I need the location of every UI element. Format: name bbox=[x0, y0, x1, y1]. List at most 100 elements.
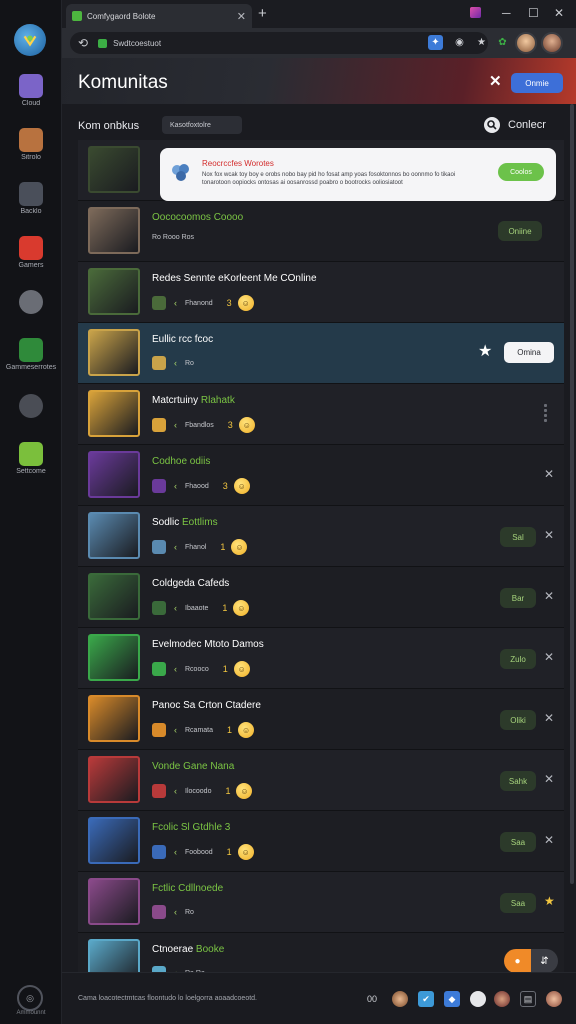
remove-icon[interactable]: ✕ bbox=[544, 467, 554, 481]
status-icon[interactable] bbox=[470, 991, 486, 1007]
remove-icon[interactable]: ✕ bbox=[544, 833, 554, 847]
notification-button[interactable]: Coolos bbox=[498, 163, 544, 181]
search-control[interactable]: Conlecr bbox=[484, 117, 546, 133]
item-title: Redes Sennte eKorleent Me COnline bbox=[152, 273, 317, 284]
community-panel: Kom onbkus Kasotfoxtolre Conlecr Reocrcc… bbox=[62, 104, 576, 994]
rail-item[interactable] bbox=[4, 290, 58, 316]
item-meta: Ro Rooo Ros bbox=[152, 234, 208, 241]
list-item[interactable]: Vonde Gane Nana ‹ Ilocoodo 1 ☺ Sahk ✕ bbox=[78, 750, 564, 811]
tab-close-icon[interactable]: ✕ bbox=[237, 10, 246, 23]
expand-icon[interactable]: ⇵ bbox=[531, 949, 558, 973]
list-item[interactable]: Fctlic Cdllnoede ‹ Ro Saa ★ bbox=[78, 872, 564, 933]
browser-tab[interactable]: Comfygaord Bolote ✕ bbox=[66, 4, 252, 28]
maximize-icon[interactable]: ☐ bbox=[528, 4, 539, 22]
list-item[interactable]: Codhoe odiis ‹ Fhaood 3 ☺ ✕ bbox=[78, 445, 564, 506]
url-text: Swdtcoestuot bbox=[113, 38, 162, 48]
scrollbar[interactable] bbox=[570, 104, 574, 884]
item-title: Fctlic Cdllnoede bbox=[152, 883, 223, 894]
list-item[interactable]: Eullic rcc fcoc ‹ Ro ★ Omina bbox=[78, 323, 564, 384]
rail-item[interactable]: Gammeserrotes bbox=[4, 338, 58, 371]
rail-item-label: Sitrolo bbox=[21, 154, 41, 161]
favorite-star-icon[interactable]: ★ bbox=[478, 341, 492, 361]
back-icon[interactable]: ⟲ bbox=[78, 36, 88, 50]
item-title-text: Eullic rcc fcoc bbox=[152, 334, 214, 345]
item-title-text: Panoc Sa Crton Ctadere bbox=[152, 700, 261, 711]
leaf-icon[interactable]: ✿ bbox=[495, 35, 510, 50]
online-button[interactable]: Oniine bbox=[498, 221, 542, 241]
rail-thumb-icon bbox=[19, 182, 43, 206]
puzzle-icon[interactable]: ✦ bbox=[428, 35, 443, 50]
orange-toggle-icon[interactable]: ● bbox=[504, 949, 531, 973]
item-title-highlight: Fctlic Cdllnoede bbox=[152, 883, 224, 894]
url-field[interactable]: ⟲ Swdtcoestuot bbox=[70, 32, 488, 54]
smiley-icon: ☺ bbox=[236, 783, 253, 799]
list-item[interactable]: Panoc Sa Crton Ctadere ‹ Rcamata 1 ☺ Oliki ✕ bbox=[78, 689, 564, 750]
status-button[interactable]: Saa bbox=[500, 893, 536, 913]
list-item[interactable]: Coldgeda Cafeds ‹ Ibaaote 1 ☺ Bar ✕ bbox=[78, 567, 564, 628]
window-close-icon[interactable]: ✕ bbox=[554, 4, 564, 22]
status-button[interactable]: Oliki bbox=[500, 710, 536, 730]
list-item[interactable]: Evelmodec Mtoto Damos ‹ Rcooco 1 ☺ Zulo ✕ bbox=[78, 628, 564, 689]
chat-icon[interactable]: ▤ bbox=[520, 991, 536, 1007]
item-meta: ‹ Ro bbox=[152, 356, 208, 370]
share-icon[interactable]: ◆ bbox=[444, 991, 460, 1007]
twitter-icon[interactable]: ✔ bbox=[418, 991, 434, 1007]
remove-icon[interactable]: ✕ bbox=[544, 528, 554, 542]
minimize-icon[interactable]: ─ bbox=[502, 4, 511, 22]
game-thumbnail bbox=[88, 878, 140, 925]
rail-thumb-icon bbox=[19, 74, 43, 98]
online-button[interactable]: Omina bbox=[504, 342, 554, 363]
item-title: Eullic rcc fcoc bbox=[152, 334, 213, 345]
status-button[interactable]: Sahk bbox=[500, 771, 536, 791]
new-tab-icon[interactable]: + bbox=[258, 4, 267, 24]
status-button[interactable]: Zulo bbox=[500, 649, 536, 669]
game-mini-icon bbox=[152, 784, 166, 798]
remove-icon[interactable]: ✕ bbox=[544, 650, 554, 664]
online-button[interactable]: Onmie bbox=[511, 73, 563, 93]
item-subtitle: Rcamata bbox=[185, 726, 214, 734]
search-icon[interactable] bbox=[484, 117, 500, 133]
star-icon[interactable]: ★ bbox=[544, 894, 555, 908]
list-item[interactable]: Sodlic Eottlims ‹ Fhanol 1 ☺ Sal ✕ bbox=[78, 506, 564, 567]
rail-item[interactable]: Cloud bbox=[4, 74, 58, 107]
rail-item[interactable]: Backlo bbox=[4, 182, 58, 215]
star-icon[interactable]: ★ bbox=[474, 35, 489, 50]
list-item[interactable]: Matcrtuiny Rlahatk ‹ Fbandlos 3 ☺ bbox=[78, 384, 564, 445]
footer-avatar-icon[interactable] bbox=[392, 991, 408, 1007]
remove-icon[interactable]: ✕ bbox=[544, 589, 554, 603]
list-item[interactable]: Fcolic Sl Gtdhle 3 ‹ Foobood 1 ☺ Saa ✕ bbox=[78, 811, 564, 872]
item-meta: ‹ Ibaaote 1 ☺ bbox=[152, 600, 250, 616]
remove-icon[interactable]: ✕ bbox=[544, 711, 554, 725]
filter-dropdown[interactable]: Kasotfoxtolre bbox=[162, 116, 242, 134]
user-avatar-1[interactable] bbox=[515, 32, 537, 54]
smiley-icon: ☺ bbox=[238, 417, 255, 433]
rail-item[interactable]: Gamers bbox=[4, 236, 58, 269]
rail-item[interactable]: Settcome bbox=[4, 442, 58, 475]
app-logo-icon[interactable] bbox=[14, 24, 46, 56]
list-item[interactable]: Reocrccfes Worotes Nox fox wcak toy boy e… bbox=[78, 140, 564, 201]
rail-item[interactable] bbox=[4, 394, 58, 420]
status-button[interactable]: Sal bbox=[500, 527, 536, 547]
status-button[interactable]: Saa bbox=[500, 832, 536, 852]
list-item[interactable]: Oococoomos Coooo Ro Rooo Ros Oniine bbox=[78, 201, 564, 262]
settings-icon[interactable]: ◉ bbox=[452, 35, 467, 50]
game-thumbnail bbox=[88, 634, 140, 681]
drag-handle-icon[interactable] bbox=[544, 402, 554, 424]
item-meta: ‹ Foobood 1 ☺ bbox=[152, 844, 254, 860]
rail-item[interactable]: Sitrolo bbox=[4, 128, 58, 161]
profile-avatar-icon[interactable] bbox=[546, 991, 562, 1007]
close-icon[interactable]: ✕ bbox=[489, 72, 502, 90]
remove-icon[interactable]: ✕ bbox=[544, 772, 554, 786]
toggle-group[interactable]: ● ⇵ bbox=[504, 949, 558, 973]
item-title-text: Evelmodec Mtoto Damos bbox=[152, 639, 264, 650]
member-count: 1 bbox=[220, 542, 226, 552]
list-item[interactable]: Redes Sennte eKorleent Me COnline ‹ Fhanon… bbox=[78, 262, 564, 323]
cubes-icon bbox=[172, 164, 189, 181]
rail-item-label: Cloud bbox=[21, 100, 41, 107]
status-button[interactable]: Bar bbox=[500, 588, 536, 608]
game-mini-icon bbox=[152, 296, 166, 310]
account-icon[interactable]: ◎ bbox=[17, 985, 43, 1011]
friend-avatar-icon[interactable] bbox=[494, 991, 510, 1007]
extension-icon[interactable] bbox=[470, 7, 481, 18]
user-avatar-2[interactable] bbox=[541, 32, 563, 54]
